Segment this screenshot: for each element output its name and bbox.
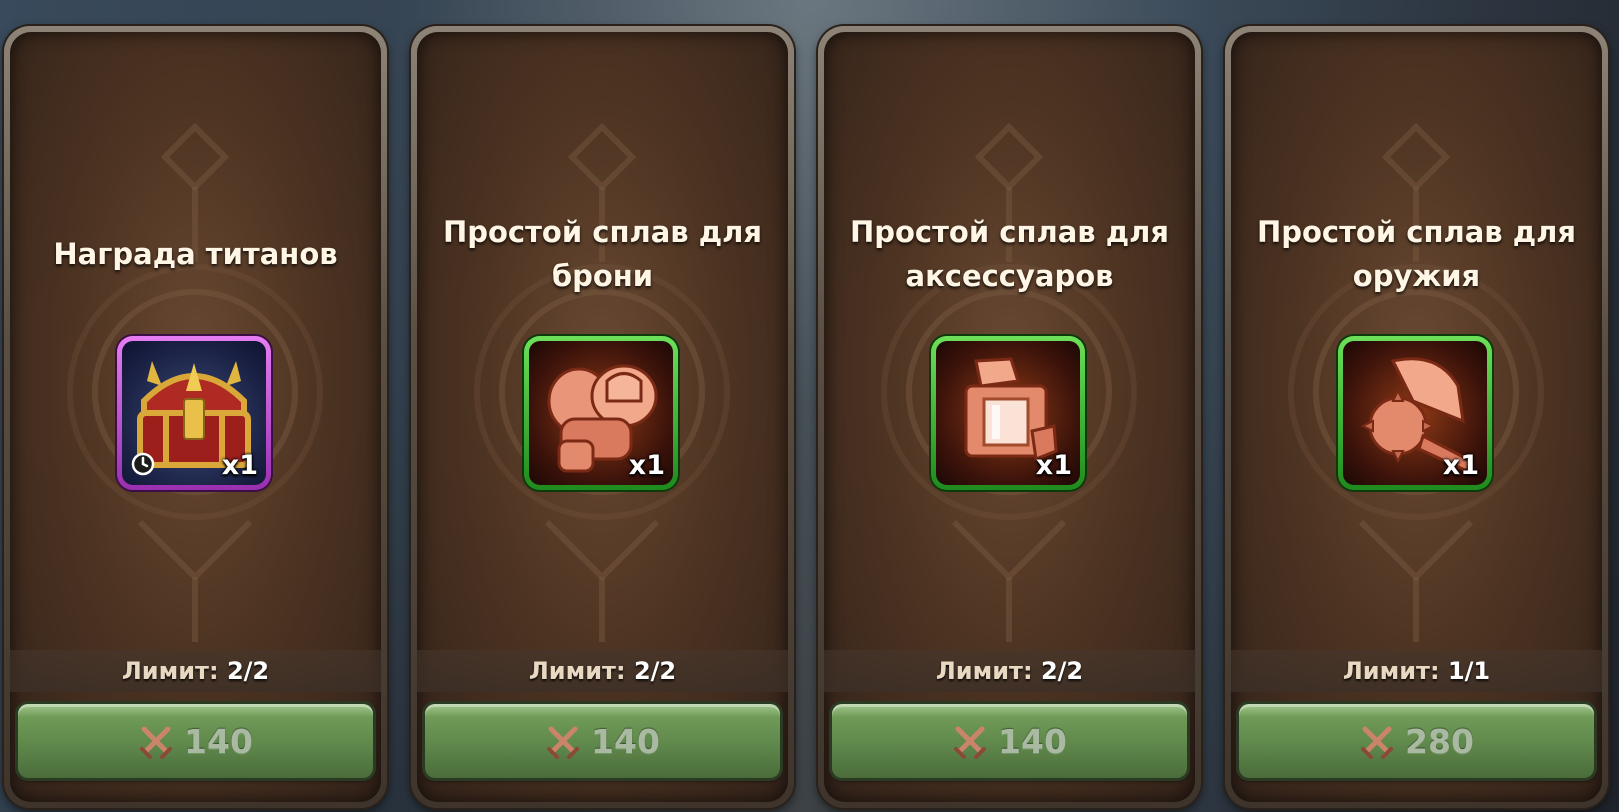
buy-button[interactable]: 140	[832, 704, 1187, 778]
titan-chest-icon: x1	[122, 341, 266, 485]
limit-value: 2/2	[226, 657, 270, 685]
purchase-limit: Лимит: 2/2	[417, 650, 788, 692]
buy-button[interactable]: 280	[1239, 704, 1594, 778]
offer-card: Награда титанов x1 Лимит: 2/2 140	[4, 26, 387, 808]
item-slot[interactable]: x1	[524, 336, 678, 490]
limit-value: 1/1	[1447, 657, 1491, 685]
item-quantity: x1	[221, 450, 258, 481]
purchase-limit: Лимит: 1/1	[1231, 650, 1602, 692]
offer-title: Простой сплав для оружия	[1256, 215, 1577, 293]
price: 140	[591, 721, 660, 761]
limit-label: Лимит:	[935, 657, 1033, 685]
limit-label: Лимит:	[528, 657, 626, 685]
item-slot[interactable]: x1	[117, 336, 271, 490]
weapon-alloy-icon: x1	[1343, 341, 1487, 485]
offer-title: Награда титанов	[53, 237, 338, 271]
offer-card: Простой сплав для брони x1 Лимит: 2/2 14…	[411, 26, 794, 808]
item-quantity: x1	[628, 450, 665, 481]
limit-label: Лимит:	[121, 657, 219, 685]
item-slot[interactable]: x1	[1338, 336, 1492, 490]
armor-alloy-icon: x1	[529, 341, 673, 485]
offer-card: Простой сплав для оружия x1 Лимит: 1/1 2…	[1225, 26, 1608, 808]
crossed-swords-icon	[954, 726, 987, 759]
crossed-swords-icon	[1361, 726, 1394, 759]
item-slot[interactable]: x1	[931, 336, 1085, 490]
price: 140	[998, 721, 1067, 761]
limit-label: Лимит:	[1342, 657, 1440, 685]
limit-value: 2/2	[1040, 657, 1084, 685]
offer-title: Простой сплав для аксессуаров	[849, 215, 1170, 293]
clock-icon	[131, 452, 155, 476]
crossed-swords-icon	[547, 726, 580, 759]
item-quantity: x1	[1442, 450, 1479, 481]
price: 280	[1405, 721, 1474, 761]
item-quantity: x1	[1035, 450, 1072, 481]
buy-button[interactable]: 140	[18, 704, 373, 778]
price: 140	[184, 721, 253, 761]
limit-value: 2/2	[633, 657, 677, 685]
shop-offers: Награда титанов x1 Лимит: 2/2 140 Просто…	[0, 0, 1619, 812]
purchase-limit: Лимит: 2/2	[10, 650, 381, 692]
offer-title: Простой сплав для брони	[442, 215, 763, 293]
purchase-limit: Лимит: 2/2	[824, 650, 1195, 692]
accessory-alloy-icon: x1	[936, 341, 1080, 485]
crossed-swords-icon	[140, 726, 173, 759]
offer-card: Простой сплав для аксессуаров x1 Лимит: …	[818, 26, 1201, 808]
buy-button[interactable]: 140	[425, 704, 780, 778]
